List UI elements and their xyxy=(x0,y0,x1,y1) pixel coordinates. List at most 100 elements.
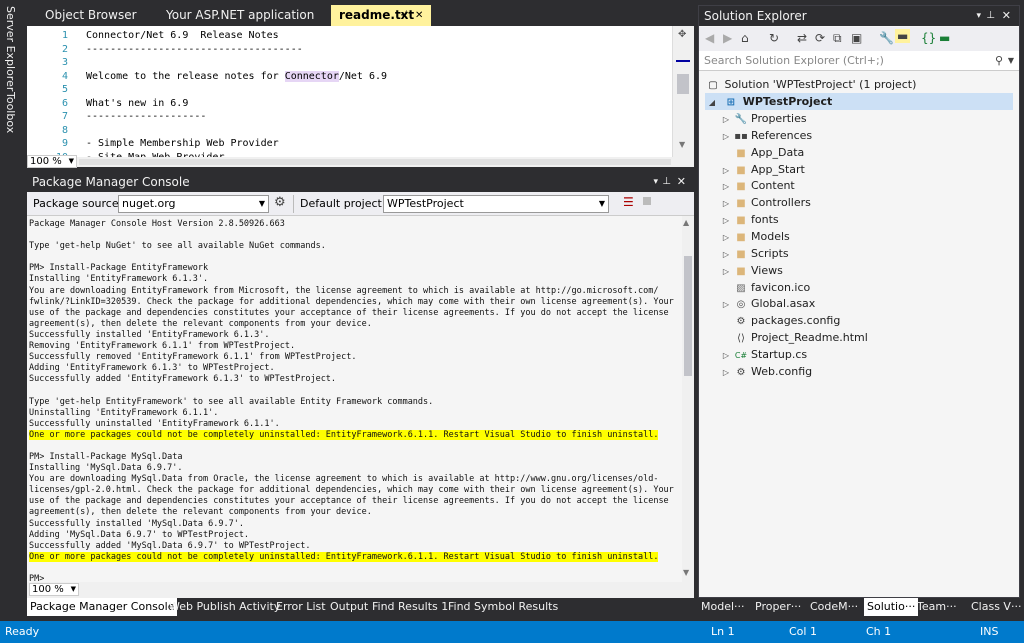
code-area[interactable]: 1 Connector/Net 6.9 Release Notes 2 -------… xyxy=(27,26,672,157)
console-line: Successfully uninstalled 'EntityFramewor… xyxy=(29,419,680,430)
expand-arrow-icon[interactable]: ▷ xyxy=(719,263,733,280)
home-icon[interactable]: ⌂ xyxy=(741,31,749,45)
console-line-text: Successfully uninstalled 'EntityFramewor… xyxy=(29,418,280,429)
search-icon[interactable]: ⚲ xyxy=(995,51,1003,70)
tab-object-browser[interactable]: Object Browser xyxy=(37,5,145,26)
tree-item-models[interactable]: ▷ ■ Models xyxy=(719,228,790,245)
forward-icon[interactable]: ▶ xyxy=(723,31,732,45)
tree-item-web-config[interactable]: ▷ ⚙ Web.config xyxy=(719,363,812,380)
tree-item-label: Controllers xyxy=(751,196,811,210)
expand-arrow-icon[interactable]: ▷ xyxy=(719,212,733,229)
console-line-text: agreement(s), then delete the relevant c… xyxy=(29,318,372,329)
expand-arrow-icon[interactable]: ▷ xyxy=(719,162,733,179)
tree-item-startup-cs[interactable]: ▷ C# Startup.cs xyxy=(719,346,807,363)
back-icon[interactable]: ◀ xyxy=(705,31,714,45)
tree-item-app-data[interactable]: ■ App_Data xyxy=(719,144,804,161)
tree-item-app-start[interactable]: ▷ ■ App_Start xyxy=(719,161,805,178)
scroll-up-icon[interactable]: ▲ xyxy=(683,218,689,227)
expand-arrow-icon[interactable]: ▷ xyxy=(719,111,733,128)
server-explorer-tab[interactable]: Server Explorer xyxy=(4,6,17,91)
console-scroll-thumb[interactable] xyxy=(684,256,692,376)
line-number: 5 xyxy=(61,84,68,95)
se-tab-2[interactable]: CodeM··· xyxy=(807,598,861,616)
pin-icon[interactable]: ⊥ xyxy=(986,6,995,26)
solution-search-input[interactable]: Search Solution Explorer (Ctrl+;) ⚲ ▼ xyxy=(699,51,1019,71)
window-position-icon[interactable]: ▾ xyxy=(653,172,658,192)
clear-console-icon[interactable]: ☰ xyxy=(623,195,634,209)
tree-item-global-asax[interactable]: ▷ ◎ Global.asax xyxy=(719,295,815,312)
expand-arrow-icon[interactable]: ▷ xyxy=(719,229,733,246)
refresh-icon[interactable]: ⟳ xyxy=(815,31,825,45)
close-icon[interactable]: ✕ xyxy=(1002,6,1011,26)
tree-item-fonts[interactable]: ▷ ■ fonts xyxy=(719,211,779,228)
project-node[interactable]: ◢ ⊞ WPTestProject xyxy=(705,93,1013,110)
console-line-text: Adding 'MySql.Data 6.9.7' to WPTestProje… xyxy=(29,529,250,540)
tab-find-symbol-results[interactable]: Find Symbol Results xyxy=(445,598,561,616)
expand-arrow-icon[interactable]: ▷ xyxy=(719,128,733,145)
code-text: /Net 6.9 xyxy=(338,70,388,82)
expand-arrow-icon[interactable]: ▷ xyxy=(719,246,733,263)
se-tab-5[interactable]: Class V··· xyxy=(968,598,1024,616)
tree-item-packages-config[interactable]: ⚙ packages.config xyxy=(719,312,841,329)
editor-vertical-scrollbar[interactable]: ✥ ▼ xyxy=(672,26,694,157)
se-tab-3[interactable]: Solutio··· xyxy=(864,598,919,616)
scroll-down-icon[interactable]: ▼ xyxy=(679,140,685,149)
preview-selected-icon[interactable]: ▬ xyxy=(895,29,911,43)
expand-arrow-icon[interactable]: ▷ xyxy=(719,347,733,364)
split-icon[interactable]: ✥ xyxy=(678,29,686,40)
tab-error-list[interactable]: Error List xyxy=(273,598,329,616)
tree-item-scripts[interactable]: ▷ ■ Scripts xyxy=(719,245,789,262)
default-project-select[interactable]: WPTestProject ▼ xyxy=(383,195,609,213)
pending-changes-icon[interactable]: ↻ xyxy=(769,31,779,45)
html-file-icon: ⟨⟩ xyxy=(737,333,745,345)
sync-icon[interactable]: ⇄ xyxy=(797,31,807,45)
pin-icon[interactable]: ⊀ xyxy=(400,5,408,26)
package-source-select[interactable]: nuget.org ▼ xyxy=(118,195,269,213)
show-all-files-icon[interactable]: ▣ xyxy=(851,31,862,45)
tab-output[interactable]: Output xyxy=(327,598,371,616)
expand-arrow-icon[interactable]: ▷ xyxy=(719,296,733,313)
tree-item-views[interactable]: ▷ ■ Views xyxy=(719,262,783,279)
tree-item-favicon-ico[interactable]: ▨ favicon.ico xyxy=(719,279,810,296)
tab-package-manager-console[interactable]: Package Manager Console xyxy=(27,598,178,616)
stop-icon[interactable] xyxy=(643,197,651,205)
properties-wrench-icon[interactable]: 🔧 xyxy=(879,31,894,45)
solution-node[interactable]: ▢ Solution 'WPTestProject' (1 project) xyxy=(705,76,916,93)
console-vertical-scrollbar[interactable]: ▲ ▼ xyxy=(682,216,694,582)
expanded-arrow-icon[interactable]: ◢ xyxy=(705,94,719,111)
console-output[interactable]: Package Manager Console Host Version 2.8… xyxy=(27,216,682,582)
chevron-down-icon[interactable]: ▼ xyxy=(1008,51,1014,70)
tab-find-results-1[interactable]: Find Results 1 xyxy=(369,598,451,616)
tab-aspnet-application[interactable]: Your ASP.NET application xyxy=(158,5,322,26)
se-tab-0[interactable]: Model··· xyxy=(698,598,748,616)
minus-icon[interactable]: ▬ xyxy=(939,31,950,45)
tab-web-publish-activity[interactable]: Web Publish Activity xyxy=(166,598,283,616)
package-source-value: nuget.org xyxy=(122,197,176,210)
expand-arrow-icon[interactable]: ▷ xyxy=(719,195,733,212)
settings-gear-icon[interactable]: ⚙ xyxy=(274,195,286,210)
tree-item-properties[interactable]: ▷ 🔧 Properties xyxy=(719,110,807,127)
tree-item-controllers[interactable]: ▷ ■ Controllers xyxy=(719,194,811,211)
tree-item-project-readme-html[interactable]: ⟨⟩ Project_Readme.html xyxy=(719,329,868,346)
close-icon[interactable]: ✕ xyxy=(415,5,423,26)
pin-icon[interactable]: ⊥ xyxy=(662,172,671,192)
tree-item-references[interactable]: ▷ ▪▪ References xyxy=(719,127,812,144)
console-zoom-select[interactable]: 100 % ▼ xyxy=(29,583,79,596)
close-icon[interactable]: ✕ xyxy=(677,172,686,192)
editor-horizontal-scrollbar[interactable] xyxy=(79,159,671,165)
console-line: Successfully added 'MySql.Data 6.9.7' to… xyxy=(29,541,680,552)
se-tab-1[interactable]: Proper··· xyxy=(752,598,804,616)
toolbox-tab[interactable]: Toolbox xyxy=(4,92,17,133)
expand-arrow-icon[interactable]: ▷ xyxy=(719,364,733,381)
tree-item-content[interactable]: ▷ ■ Content xyxy=(719,177,795,194)
code-icon[interactable]: {} xyxy=(921,31,936,45)
se-tab-4[interactable]: Team··· xyxy=(914,598,960,616)
expand-arrow-icon[interactable]: ▷ xyxy=(719,178,733,195)
tab-readme[interactable]: readme.txt ⊀ ✕ xyxy=(331,5,431,26)
scroll-thumb[interactable] xyxy=(677,74,689,94)
editor-zoom-select[interactable]: 100 % ▼ xyxy=(27,155,77,168)
window-position-icon[interactable]: ▾ xyxy=(976,6,981,26)
code-text: - Simple Membership Web Provider xyxy=(86,138,279,149)
collapse-all-icon[interactable]: ⧉ xyxy=(833,31,842,46)
scroll-down-icon[interactable]: ▼ xyxy=(683,568,689,577)
